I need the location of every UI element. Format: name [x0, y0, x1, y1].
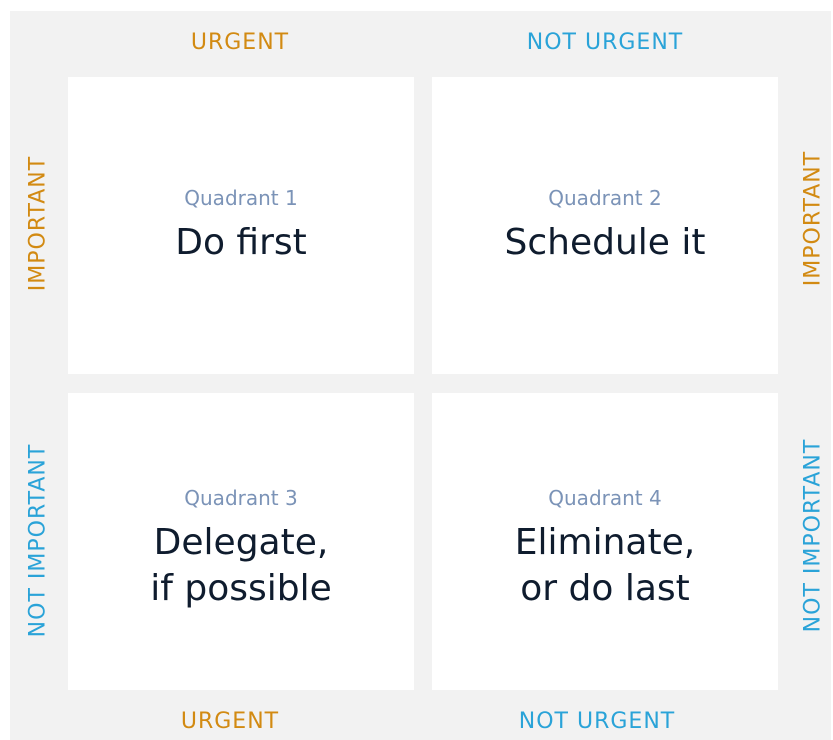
quadrant-2-title-line-1: Schedule it — [504, 221, 706, 263]
column-label-not-urgent-bottom: NOT URGENT — [518, 709, 676, 734]
quadrant-3-number: Quadrant 3 — [184, 485, 298, 510]
quadrant-1-number: Quadrant 1 — [184, 185, 298, 210]
quadrant-4: Quadrant 4 Eliminate, or do last — [432, 393, 778, 690]
quadrant-3: Quadrant 3 Delegate, if possible — [68, 393, 414, 690]
row-label-not-important-left: NOT IMPORTANT — [25, 443, 51, 638]
column-label-urgent-bottom: URGENT — [180, 709, 280, 734]
column-label-not-urgent-top: NOT URGENT — [526, 30, 684, 55]
quadrant-3-title-line-2: if possible — [150, 567, 332, 609]
quadrant-4-title-line-1: Eliminate, — [514, 521, 696, 563]
quadrant-3-title: Delegate, if possible — [150, 520, 332, 612]
quadrant-4-title-line-2: or do last — [520, 567, 690, 609]
quadrant-1-title-line-1: Do first — [175, 221, 307, 263]
quadrant-1: Quadrant 1 Do first — [68, 77, 414, 374]
quadrant-2: Quadrant 2 Schedule it — [432, 77, 778, 374]
quadrant-3-title-line-1: Delegate, — [153, 521, 329, 563]
quadrant-2-number: Quadrant 2 — [548, 185, 662, 210]
quadrant-1-title: Do first — [175, 220, 307, 266]
row-label-important-right: IMPORTANT — [800, 150, 826, 287]
row-label-important-left: IMPORTANT — [25, 155, 51, 292]
quadrant-4-title: Eliminate, or do last — [515, 520, 695, 612]
row-label-not-important-right: NOT IMPORTANT — [800, 438, 826, 633]
quadrant-4-number: Quadrant 4 — [548, 485, 662, 510]
column-label-urgent-top: URGENT — [190, 30, 290, 55]
quadrant-2-title: Schedule it — [505, 220, 706, 266]
